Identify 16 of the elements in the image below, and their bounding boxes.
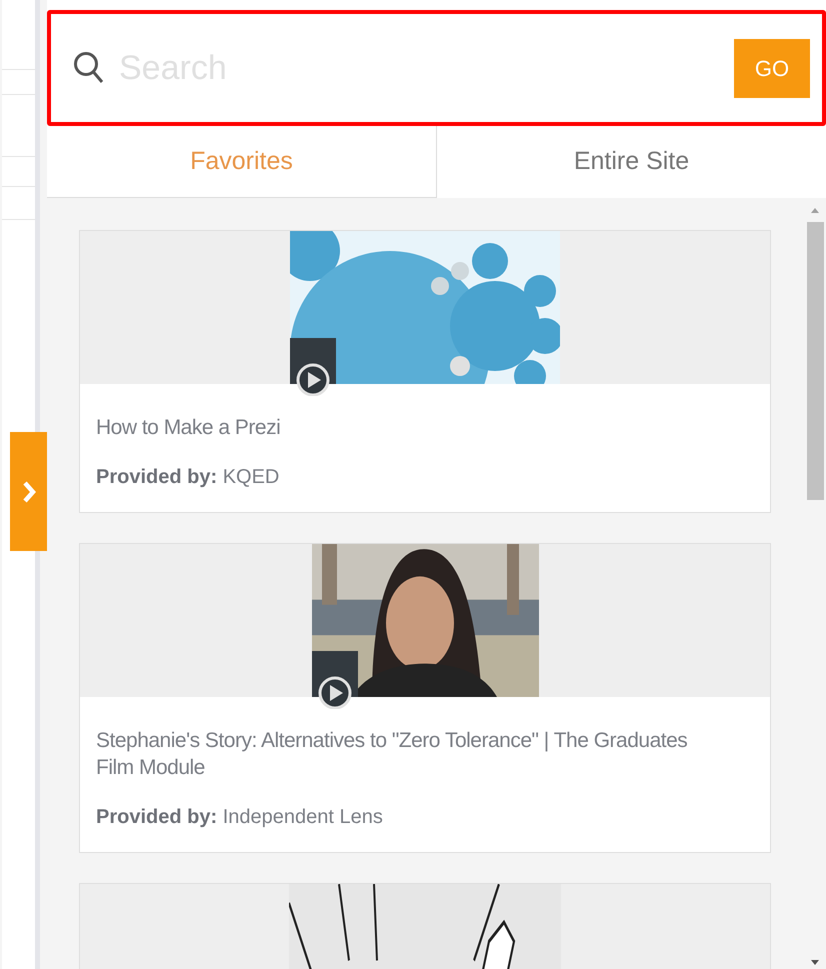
chevron-right-icon	[22, 480, 36, 504]
go-button[interactable]: GO	[734, 38, 810, 98]
provider-text: Provided by: KQED	[96, 465, 280, 490]
scrollbar-thumb[interactable]	[806, 222, 824, 500]
video-card[interactable]: How to Make a Prezi Provided by: KQED	[79, 230, 771, 513]
provider-text: Provided by: Independent Lens	[96, 805, 384, 830]
video-title[interactable]: Stephanie's Story: Alternatives to "Zero Tolerance" | The Graduates Film Module	[96, 727, 754, 781]
play-icon[interactable]	[312, 651, 358, 709]
expand-tab[interactable]	[10, 432, 47, 551]
video-card[interactable]: Stephanie's Story: Alternatives to "Zero Tolerance" | The Graduates Film Module Provided by: Independent Lens	[79, 543, 771, 853]
tab[interactable]: Favorites	[47, 126, 437, 198]
scroll-up-icon[interactable]	[811, 208, 819, 213]
video-title[interactable]: How to Make a Prezi	[96, 414, 754, 441]
scroll-down-icon[interactable]	[811, 960, 819, 965]
search-icon	[73, 51, 105, 85]
play-icon[interactable]	[290, 338, 336, 396]
